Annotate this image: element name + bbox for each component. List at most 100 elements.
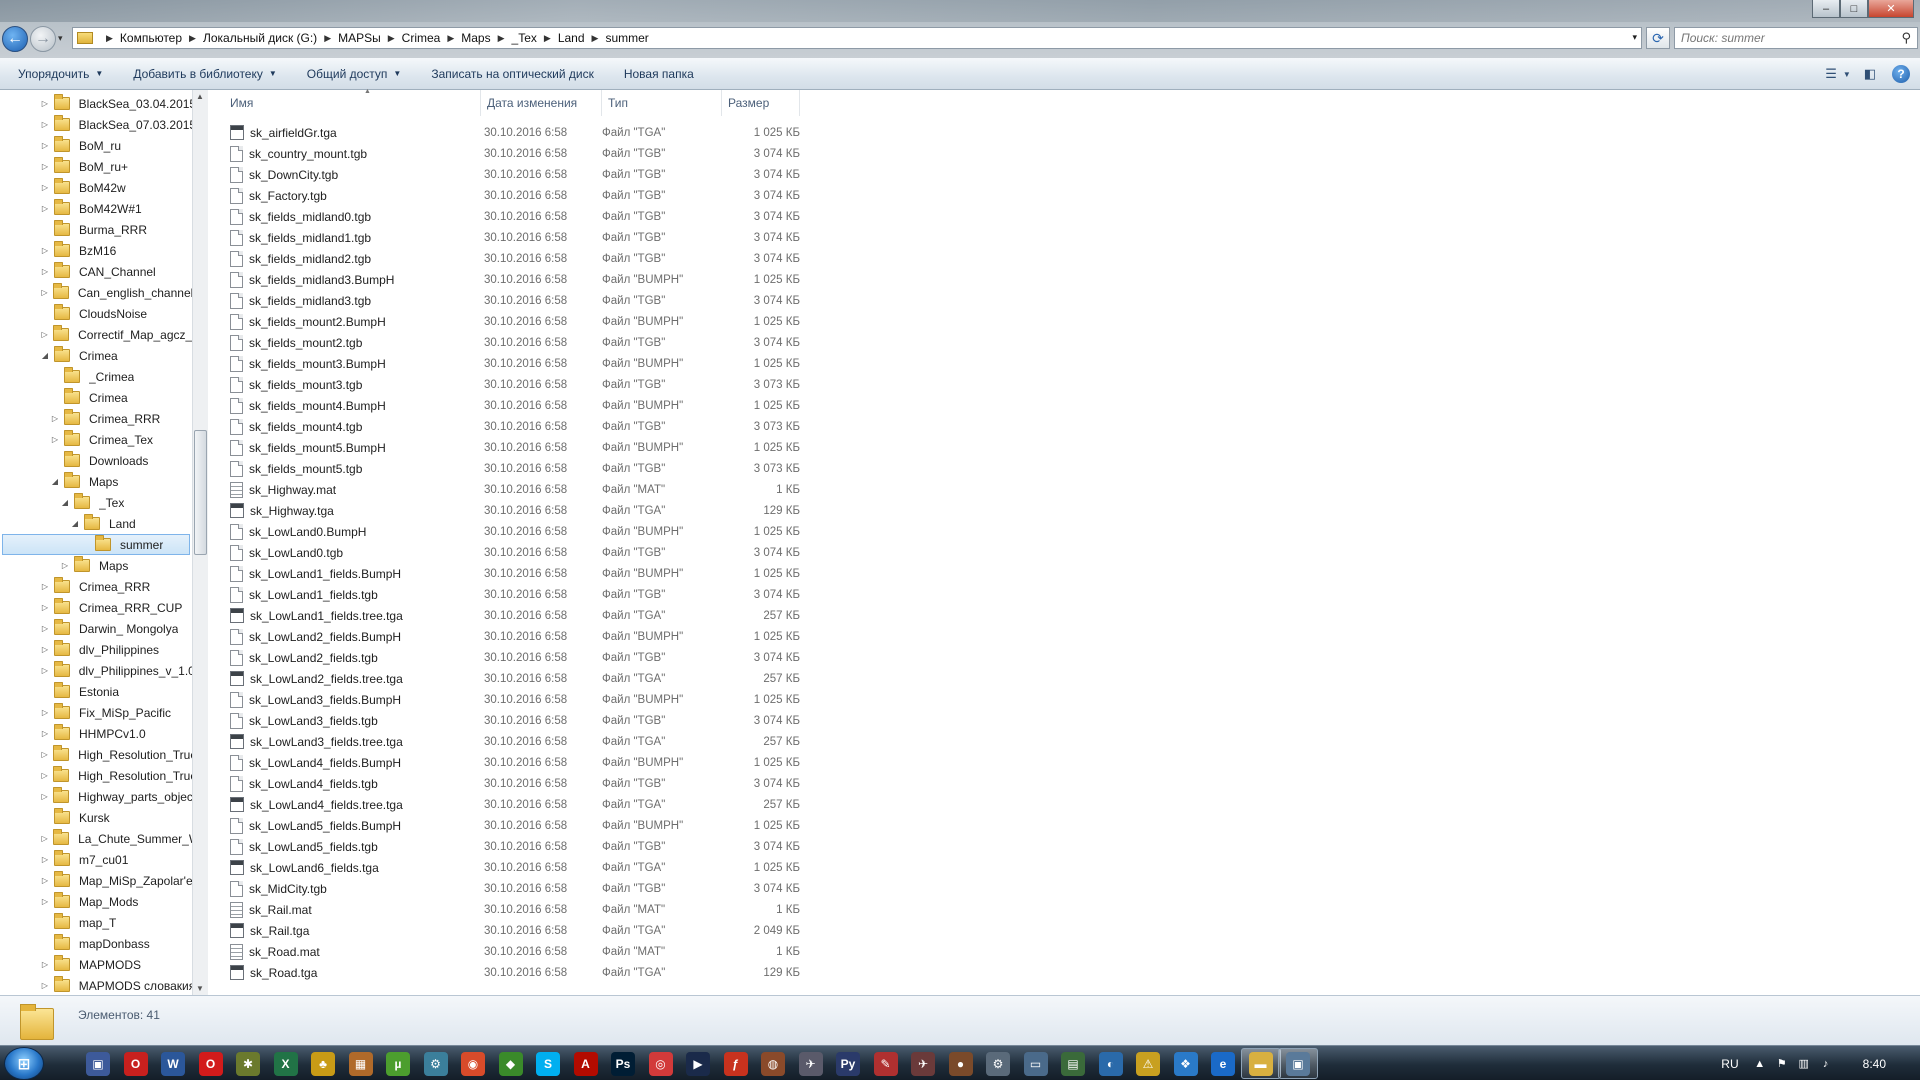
il2-app-icon[interactable]: ✈ xyxy=(798,1052,823,1076)
expand-arrow-icon[interactable]: ▷ xyxy=(40,834,49,843)
collapse-arrow-icon[interactable]: ◢ xyxy=(60,498,70,507)
breadcrumb-item[interactable]: Локальный диск (G:) xyxy=(203,31,317,45)
tree-item[interactable]: ▷ m7_cu01 xyxy=(40,849,192,870)
ie-app-icon[interactable]: e xyxy=(1211,1052,1235,1076)
breadcrumb-item[interactable]: Maps xyxy=(461,31,490,45)
file-row[interactable]: sk_Road.tga 30.10.2016 6:58 Файл "TGA" 129 … xyxy=(224,962,1014,983)
column-header-date[interactable]: Дата изменения xyxy=(481,90,602,116)
expand-arrow-icon[interactable]: ▷ xyxy=(40,855,50,864)
file-row[interactable]: sk_LowLand2_fields.BumpH 30.10.2016 6:58 Ф… xyxy=(224,626,1014,647)
column-header-name[interactable]: Имя ▲ xyxy=(224,88,481,116)
tree-item[interactable]: ▷ Map_Mods xyxy=(40,891,192,912)
chip-app-icon[interactable]: ▤ xyxy=(1061,1052,1085,1076)
tree-item[interactable]: ▷ Fix_MiSp_Pacific xyxy=(40,702,192,723)
tree-item[interactable]: ▷ Can_english_channel_4 xyxy=(40,282,192,303)
explorer-app-icon[interactable]: ▣ xyxy=(86,1052,110,1076)
tool-app-icon[interactable]: ✎ xyxy=(873,1052,898,1076)
share-button[interactable]: Общий доступ ▼ xyxy=(307,67,402,81)
tree-item[interactable]: ▷ Darwin_ Mongolya xyxy=(40,618,192,639)
column-header-size[interactable]: Размер xyxy=(722,90,800,116)
breadcrumb-item[interactable]: _Tex xyxy=(512,31,537,45)
tree-item[interactable]: ◢ Land xyxy=(70,513,192,534)
add-to-library-button[interactable]: Добавить в библиотеку ▼ xyxy=(133,67,276,81)
flag-icon[interactable]: ⚑ xyxy=(1775,1057,1789,1071)
file-row[interactable]: sk_LowLand0.BumpH 30.10.2016 6:58 Файл "BU… xyxy=(224,521,1014,542)
file-row[interactable]: sk_LowLand0.tgb 30.10.2016 6:58 Файл "TGB"… xyxy=(224,542,1014,563)
maximize-button[interactable]: □ xyxy=(1840,0,1868,18)
tree-item[interactable]: map_T xyxy=(40,912,192,933)
collapse-arrow-icon[interactable]: ◢ xyxy=(50,477,60,486)
expand-arrow-icon[interactable]: ▷ xyxy=(40,204,50,213)
help-button[interactable]: ? xyxy=(1892,65,1910,83)
scroll-thumb[interactable] xyxy=(194,430,207,555)
expand-arrow-icon[interactable]: ▷ xyxy=(40,666,50,675)
camera-app-icon[interactable]: ◎ xyxy=(648,1052,673,1076)
clock[interactable]: 8:40 xyxy=(1863,1057,1886,1071)
tree-item[interactable]: ▷ dlv_Philippines xyxy=(40,639,192,660)
expand-arrow-icon[interactable]: ▷ xyxy=(40,624,50,633)
close-button[interactable]: ✕ xyxy=(1868,0,1914,18)
network-app-icon[interactable]: ⚙ xyxy=(423,1052,448,1076)
tree-item[interactable]: ▷ MAPMODS словакия xyxy=(40,975,192,995)
navigation-scrollbar[interactable]: ▲ ▼ xyxy=(192,90,208,995)
expand-arrow-icon[interactable]: ▷ xyxy=(40,99,50,108)
tree-item[interactable]: ▷ BlackSea_07.03.2015 xyxy=(40,114,192,135)
volume-icon[interactable]: ♪ xyxy=(1819,1057,1833,1071)
skype-app-icon[interactable]: S xyxy=(536,1052,560,1076)
plane-app-icon[interactable]: ✈ xyxy=(911,1052,935,1076)
file-row[interactable]: sk_fields_midland2.tgb 30.10.2016 6:58 Фай… xyxy=(224,248,1014,269)
expand-arrow-icon[interactable]: ▷ xyxy=(40,960,50,969)
expand-arrow-icon[interactable]: ▷ xyxy=(40,729,50,738)
breadcrumb-separator-icon[interactable]: ▶ xyxy=(388,33,395,44)
expand-arrow-icon[interactable]: ▷ xyxy=(40,246,50,255)
tree-item[interactable]: ▷ CAN_Channel xyxy=(40,261,192,282)
collapse-arrow-icon[interactable]: ◢ xyxy=(40,351,50,360)
window-app-icon[interactable]: ▣ xyxy=(1286,1052,1310,1076)
preview-pane-button[interactable]: ◧ xyxy=(1860,64,1880,84)
file-row[interactable]: sk_fields_mount2.tgb 30.10.2016 6:58 Файл … xyxy=(224,332,1014,353)
expand-arrow-icon[interactable]: ▷ xyxy=(40,771,49,780)
tree-item[interactable]: Crimea xyxy=(50,387,192,408)
expand-arrow-icon[interactable]: ▷ xyxy=(40,708,50,717)
file-row[interactable]: sk_fields_midland3.tgb 30.10.2016 6:58 Фай… xyxy=(224,290,1014,311)
expand-arrow-icon[interactable]: ▷ xyxy=(40,897,50,906)
breadcrumb-item[interactable]: MAPSы xyxy=(338,31,381,45)
tree-item[interactable]: ▷ dlv_Philippines_v_1.0 xyxy=(40,660,192,681)
tree-item[interactable]: ▷ Correctif_Map_agcz_Bi xyxy=(40,324,192,345)
tree-item[interactable]: Kursk xyxy=(40,807,192,828)
file-row[interactable]: sk_fields_mount2.BumpH 30.10.2016 6:58 Фай… xyxy=(224,311,1014,332)
expand-arrow-icon[interactable]: ▷ xyxy=(40,876,50,885)
breadcrumb-item[interactable]: Crimea xyxy=(402,31,441,45)
folder-app-icon[interactable]: ▬ xyxy=(1248,1052,1273,1076)
expand-arrow-icon[interactable]: ▷ xyxy=(40,288,49,297)
tree-item[interactable]: ◢ Crimea xyxy=(40,345,192,366)
file-row[interactable]: sk_LowLand6_fields.tga 30.10.2016 6:58 Фай… xyxy=(224,857,1014,878)
file-row[interactable]: sk_MidCity.tgb 30.10.2016 6:58 Файл "TGB" 3… xyxy=(224,878,1014,899)
warning-app-icon[interactable]: ⚠ xyxy=(1136,1052,1160,1076)
breadcrumb-item[interactable]: Компьютер xyxy=(120,31,182,45)
breadcrumb-separator-icon[interactable]: ▶ xyxy=(324,33,331,44)
file-row[interactable]: sk_LowLand3_fields.tree.tga 30.10.2016 6:… xyxy=(224,731,1014,752)
file-row[interactable]: sk_Rail.mat 30.10.2016 6:58 Файл "MAT" 1 КБ xyxy=(224,899,1014,920)
address-bar[interactable]: ▶ Компьютер ▶ Локальный диск (G:) ▶ MAPSы ▶ Cri… xyxy=(72,27,1642,49)
flash-app-icon[interactable]: ƒ xyxy=(723,1052,748,1076)
tree-item[interactable]: ◢ _Tex xyxy=(60,492,192,513)
tree-item[interactable]: Burma_RRR xyxy=(40,219,192,240)
scroll-up-icon[interactable]: ▲ xyxy=(196,92,204,101)
tree-item[interactable]: ▷ High_Resolution_True_ xyxy=(40,765,192,786)
file-row[interactable]: sk_Rail.tga 30.10.2016 6:58 Файл "TGA" 2 04… xyxy=(224,920,1014,941)
tree-item[interactable]: ▷ High_Resolution_True_ xyxy=(40,744,192,765)
new-folder-button[interactable]: Новая папка xyxy=(624,67,694,81)
breadcrumb-separator-icon[interactable]: ▶ xyxy=(447,33,454,44)
breadcrumb-separator-icon[interactable]: ▶ xyxy=(189,33,196,44)
recent-pages-dropdown[interactable]: ▾ xyxy=(58,33,63,44)
tree-item[interactable]: ▷ BzM16 xyxy=(40,240,192,261)
file-row[interactable]: sk_fields_mount5.BumpH 30.10.2016 6:58 Фай… xyxy=(224,437,1014,458)
tree-item[interactable]: ▷ Crimea_RRR xyxy=(40,576,192,597)
file-row[interactable]: sk_Factory.tgb 30.10.2016 6:58 Файл "TGB" 3… xyxy=(224,185,1014,206)
burn-button[interactable]: Записать на оптический диск xyxy=(431,67,594,81)
file-row[interactable]: sk_fields_mount4.BumpH 30.10.2016 6:58 Фай… xyxy=(224,395,1014,416)
expand-arrow-icon[interactable]: ▷ xyxy=(40,183,50,192)
expand-arrow-icon[interactable]: ▷ xyxy=(40,141,50,150)
acrobat-app-icon[interactable]: A xyxy=(573,1052,598,1076)
